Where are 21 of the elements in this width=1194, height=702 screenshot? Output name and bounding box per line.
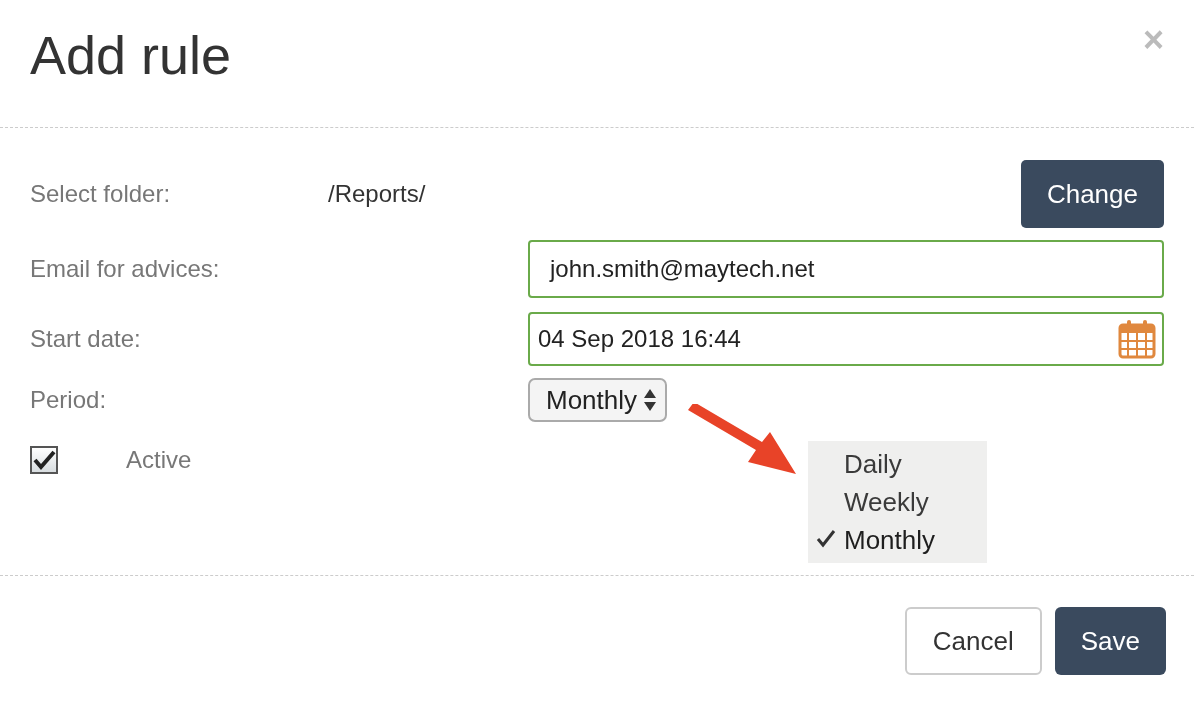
- menu-option[interactable]: Monthly: [808, 521, 987, 559]
- date-field[interactable]: 04 Sep 2018 16:44: [528, 312, 1164, 366]
- calendar-icon[interactable]: [1118, 319, 1156, 359]
- date-value: 04 Sep 2018 16:44: [538, 325, 741, 353]
- change-button[interactable]: Change: [1020, 160, 1164, 228]
- field-label: Period:: [30, 386, 108, 414]
- dialog-title: Add rule: [30, 24, 232, 86]
- cancel-button[interactable]: Cancel: [904, 607, 1042, 675]
- period-select[interactable]: Monthly: [528, 378, 668, 422]
- check-icon: [816, 528, 836, 548]
- menu-option[interactable]: Daily: [808, 445, 987, 483]
- field-label: Email for advices:: [30, 255, 221, 283]
- email-field[interactable]: john.smith@maytech.net: [528, 240, 1164, 298]
- menu-option[interactable]: Weekly: [808, 483, 987, 521]
- folder-path: /Reports/: [328, 180, 427, 208]
- checkbox-label: Active: [126, 446, 192, 474]
- updown-icon: [643, 387, 658, 413]
- field-label: Select folder:: [30, 180, 172, 208]
- field-label: Start date:: [30, 325, 142, 353]
- save-button[interactable]: Save: [1054, 607, 1166, 675]
- active-checkbox[interactable]: [30, 446, 58, 474]
